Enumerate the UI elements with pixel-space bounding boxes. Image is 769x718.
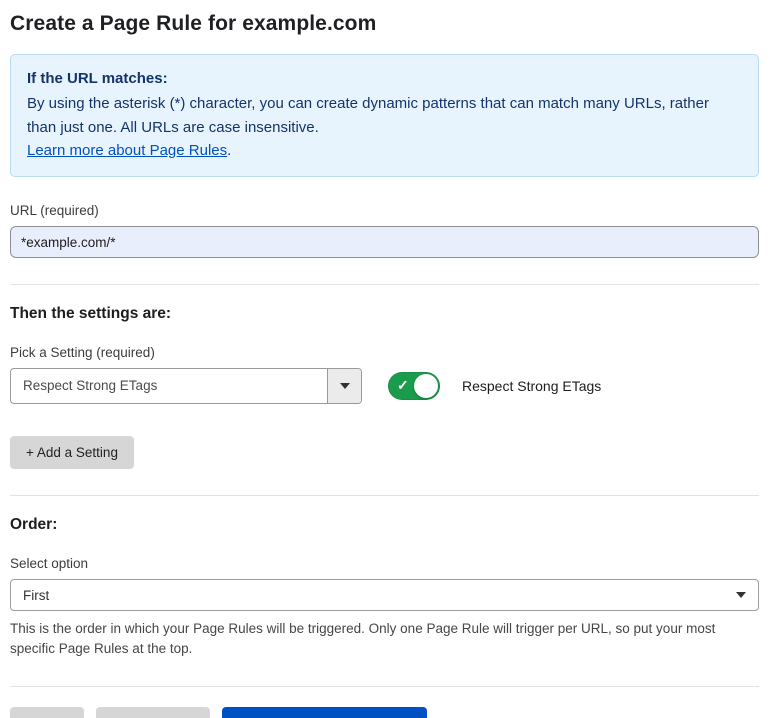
order-select-value: First [23,588,49,603]
footer-actions: Cancel Save as Draft Save and Deploy Pag… [10,707,759,718]
order-section-heading: Order: [10,516,759,534]
section-divider [10,284,759,285]
info-box-body: By using the asterisk (*) character, you… [27,92,742,139]
save-and-deploy-button[interactable]: Save and Deploy Page Rule [222,707,428,718]
section-divider [10,686,759,687]
setting-select-value: Respect Strong ETags [11,369,327,403]
create-page-rule-panel: Create a Page Rule for example.com If th… [0,0,769,718]
setting-select-caret-button[interactable] [327,369,361,403]
section-divider [10,495,759,496]
url-label: URL (required) [10,203,759,218]
learn-more-link[interactable]: Learn more about Page Rules [27,142,227,159]
chevron-down-icon [340,383,350,389]
settings-section-heading: Then the settings are: [10,305,759,323]
pick-setting-label: Pick a Setting (required) [10,345,759,360]
chevron-down-icon [736,592,746,598]
link-period: . [227,142,231,159]
toggle-knob [414,374,438,398]
info-box-link-row: Learn more about Page Rules. [27,139,742,162]
order-select-label: Select option [10,556,759,571]
info-box-heading: If the URL matches: [27,67,742,90]
url-field-group: URL (required) [10,203,759,258]
save-as-draft-button[interactable]: Save as Draft [96,707,210,718]
cancel-button[interactable]: Cancel [10,707,84,718]
toggle-label: Respect Strong ETags [462,378,601,394]
order-help-text: This is the order in which your Page Rul… [10,619,759,660]
check-icon: ✓ [397,377,409,394]
order-select[interactable]: First [10,579,759,611]
url-match-info-box: If the URL matches: By using the asteris… [10,54,759,177]
setting-select[interactable]: Respect Strong ETags [10,368,362,404]
setting-row: Respect Strong ETags ✓ Respect Strong ET… [10,368,759,404]
add-setting-button[interactable]: + Add a Setting [10,436,134,469]
url-input[interactable] [10,226,759,258]
respect-etags-toggle[interactable]: ✓ [388,372,440,400]
page-title: Create a Page Rule for example.com [10,12,759,36]
